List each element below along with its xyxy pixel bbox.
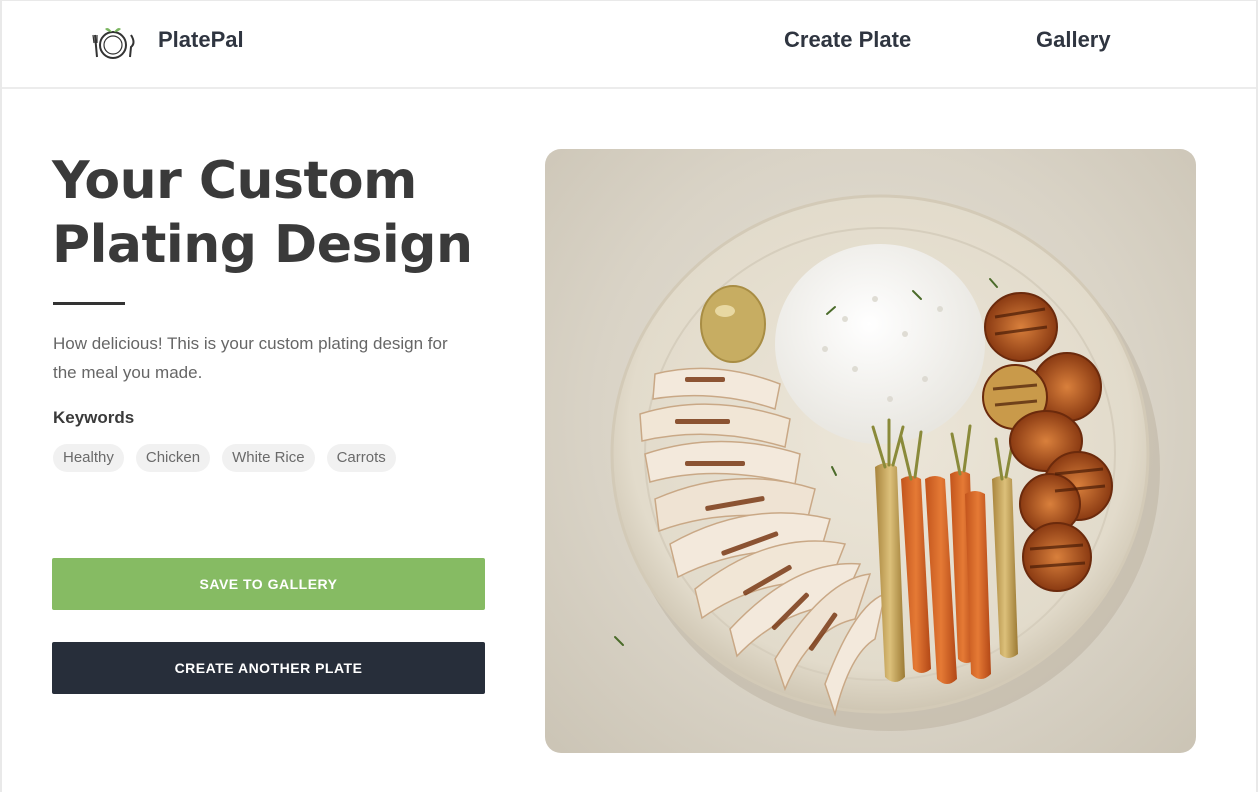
brand-name[interactable]: PlatePal	[158, 27, 244, 53]
keyword-chip: Carrots	[326, 444, 396, 472]
keyword-chip: Healthy	[53, 444, 124, 472]
keywords-heading: Keywords	[53, 408, 135, 427]
keyword-chip: Chicken	[135, 444, 211, 472]
page: PlatePal Create Plate Gallery Your Custo…	[0, 0, 1258, 792]
plated-meal-image	[545, 149, 1196, 753]
keyword-chips: Healthy Chicken White Rice Carrots	[53, 444, 396, 472]
top-nav-bar: PlatePal Create Plate Gallery	[2, 1, 1256, 89]
nav-create-plate[interactable]: Create Plate	[784, 27, 911, 53]
save-to-gallery-button[interactable]: SAVE TO GALLERY	[52, 558, 485, 610]
create-another-plate-button[interactable]: CREATE ANOTHER PLATE	[52, 642, 485, 694]
plate-logo-icon[interactable]	[88, 23, 138, 63]
keyword-chip: White Rice	[222, 444, 315, 472]
nav-gallery[interactable]: Gallery	[1036, 27, 1111, 53]
description-text: How delicious! This is your custom plati…	[53, 334, 448, 382]
page-title: Your Custom Plating Design	[52, 151, 473, 275]
title-divider	[53, 302, 125, 305]
